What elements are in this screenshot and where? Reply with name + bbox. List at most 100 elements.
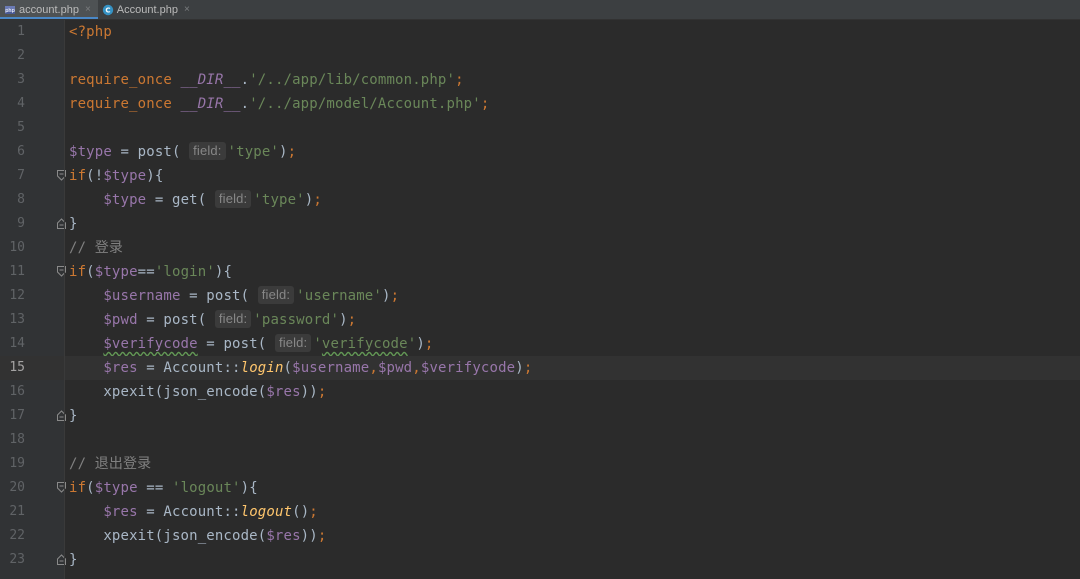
magic-constant: __DIR__ [180, 96, 241, 112]
semicolon: ; [390, 288, 400, 304]
code-text: } [69, 548, 78, 572]
string-literal: verifycode [321, 336, 408, 352]
tab-label: Account.php [116, 3, 178, 16]
string-literal: 'logout' [172, 480, 241, 496]
function-call: post( [163, 312, 207, 328]
code-text: $pwd = post( field:'password'); [103, 310, 357, 328]
parameter-hint: field: [257, 286, 295, 304]
code-text: $username = post( field:'username'); [103, 286, 400, 304]
string-literal: 'type' [227, 144, 280, 160]
code-text: $res = Account::login($username,$pwd,$ve… [103, 360, 533, 376]
function-call: get( [171, 192, 207, 208]
code-line[interactable]: 19 // 退出登录 [0, 452, 1080, 476]
code-line[interactable]: 2 [0, 44, 1080, 68]
close-icon[interactable]: × [85, 4, 91, 15]
line-number: 21 [9, 504, 25, 519]
code-line[interactable]: 22 xpexit(json_encode($res)); [0, 524, 1080, 548]
string-quote: ' [313, 336, 322, 352]
variable: $username [292, 360, 370, 376]
variable: $res [103, 504, 138, 520]
semicolon: ; [317, 528, 327, 544]
code-line-current[interactable]: 15 $res = Account::login($username,$pwd,… [0, 356, 1080, 380]
code-line[interactable]: 14 $verifycode = post( field:'verifycode… [0, 332, 1080, 356]
code-line[interactable]: 11 if($type=='login'){ [0, 260, 1080, 284]
operator: . [240, 72, 250, 88]
code-text: if(!$type){ [69, 168, 164, 184]
tab-Account-php[interactable]: C Account.php × [98, 0, 197, 19]
line-number: 9 [17, 216, 25, 231]
code-line[interactable]: 8 $type = get( field:'type'); [0, 188, 1080, 212]
keyword: require_once [69, 96, 172, 112]
tab-label: account.php [19, 3, 79, 16]
code-line[interactable]: 5 [0, 116, 1080, 140]
semicolon: ; [523, 360, 533, 376]
line-number: 16 [9, 384, 25, 399]
variable: $type [69, 144, 112, 160]
brace: } [69, 408, 78, 424]
parameter-hint: field: [214, 190, 252, 208]
semicolon: ; [455, 72, 464, 88]
comment: // 退出登录 [69, 456, 152, 472]
function-call: xpexit(json_encode( [103, 528, 267, 544]
brace: } [69, 216, 78, 232]
variable: $res [266, 384, 301, 400]
line-number: 6 [17, 144, 25, 159]
code-text: if($type == 'logout'){ [69, 480, 258, 496]
code-line[interactable]: 21 $res = Account::logout(); [0, 500, 1080, 524]
variable: $res [103, 360, 138, 376]
code-text: $type = post( field:'type'); [69, 142, 297, 160]
code-text: xpexit(json_encode($res)); [103, 384, 327, 400]
variable: $verifycode [103, 336, 198, 352]
variable: $type [103, 168, 147, 184]
parameter-hint: field: [274, 334, 312, 352]
svg-text:C: C [105, 6, 110, 14]
semicolon: ; [317, 384, 327, 400]
code-text: $verifycode = post( field:'verifycode'); [103, 334, 434, 352]
keyword: if [69, 168, 87, 184]
semicolon: ; [424, 336, 434, 352]
variable: $type [103, 192, 147, 208]
close-icon[interactable]: × [184, 4, 190, 15]
code-line[interactable]: 6 $type = post( field:'type'); [0, 140, 1080, 164]
parameter-hint: field: [214, 310, 252, 328]
line-number: 18 [9, 432, 25, 447]
line-number: 2 [17, 48, 25, 63]
code-line[interactable]: 17 } [0, 404, 1080, 428]
semicolon: ; [347, 312, 357, 328]
code-line[interactable]: 3 require_once __DIR__.'/../app/lib/comm… [0, 68, 1080, 92]
line-number: 23 [9, 552, 25, 567]
code-line[interactable]: 7 if(!$type){ [0, 164, 1080, 188]
code-text: require_once __DIR__.'/../app/lib/common… [69, 68, 464, 92]
code-line[interactable]: 13 $pwd = post( field:'password'); [0, 308, 1080, 332]
line-number: 19 [9, 456, 25, 471]
code-line[interactable]: 23 } [0, 548, 1080, 572]
variable: $pwd [377, 360, 413, 376]
svg-text:php: php [5, 8, 15, 14]
code-line[interactable]: 1 <?php [0, 20, 1080, 44]
code-line[interactable]: 20 if($type == 'logout'){ [0, 476, 1080, 500]
line-number: 10 [9, 240, 25, 255]
string-literal: 'username' [296, 288, 382, 304]
semicolon: ; [480, 96, 490, 112]
code-line[interactable]: 9 } [0, 212, 1080, 236]
code-editor[interactable]: 1 <?php 2 3 require_once __DIR__.'/../ap… [0, 20, 1080, 579]
variable: $pwd [103, 312, 138, 328]
line-number: 1 [17, 24, 25, 39]
code-line[interactable]: 12 $username = post( field:'username'); [0, 284, 1080, 308]
semicolon: ; [309, 504, 318, 520]
string-literal: 'type' [253, 192, 305, 208]
static-method: login [240, 360, 284, 376]
code-line[interactable]: 4 require_once __DIR__.'/../app/model/Ac… [0, 92, 1080, 116]
line-number: 14 [9, 336, 25, 351]
comment: // 登录 [69, 240, 124, 256]
php-open-tag: <?php [69, 24, 112, 40]
code-line[interactable]: 10 // 登录 [0, 236, 1080, 260]
string-literal: '/../app/lib/common.php' [249, 72, 456, 88]
class-reference: Account:: [163, 360, 241, 376]
code-text: $res = Account::logout(); [103, 504, 318, 520]
tab-account-php[interactable]: php account.php × [0, 0, 98, 19]
code-line[interactable]: 18 [0, 428, 1080, 452]
line-number: 22 [9, 528, 25, 543]
string-quote: ' [407, 336, 417, 352]
code-line[interactable]: 16 xpexit(json_encode($res)); [0, 380, 1080, 404]
